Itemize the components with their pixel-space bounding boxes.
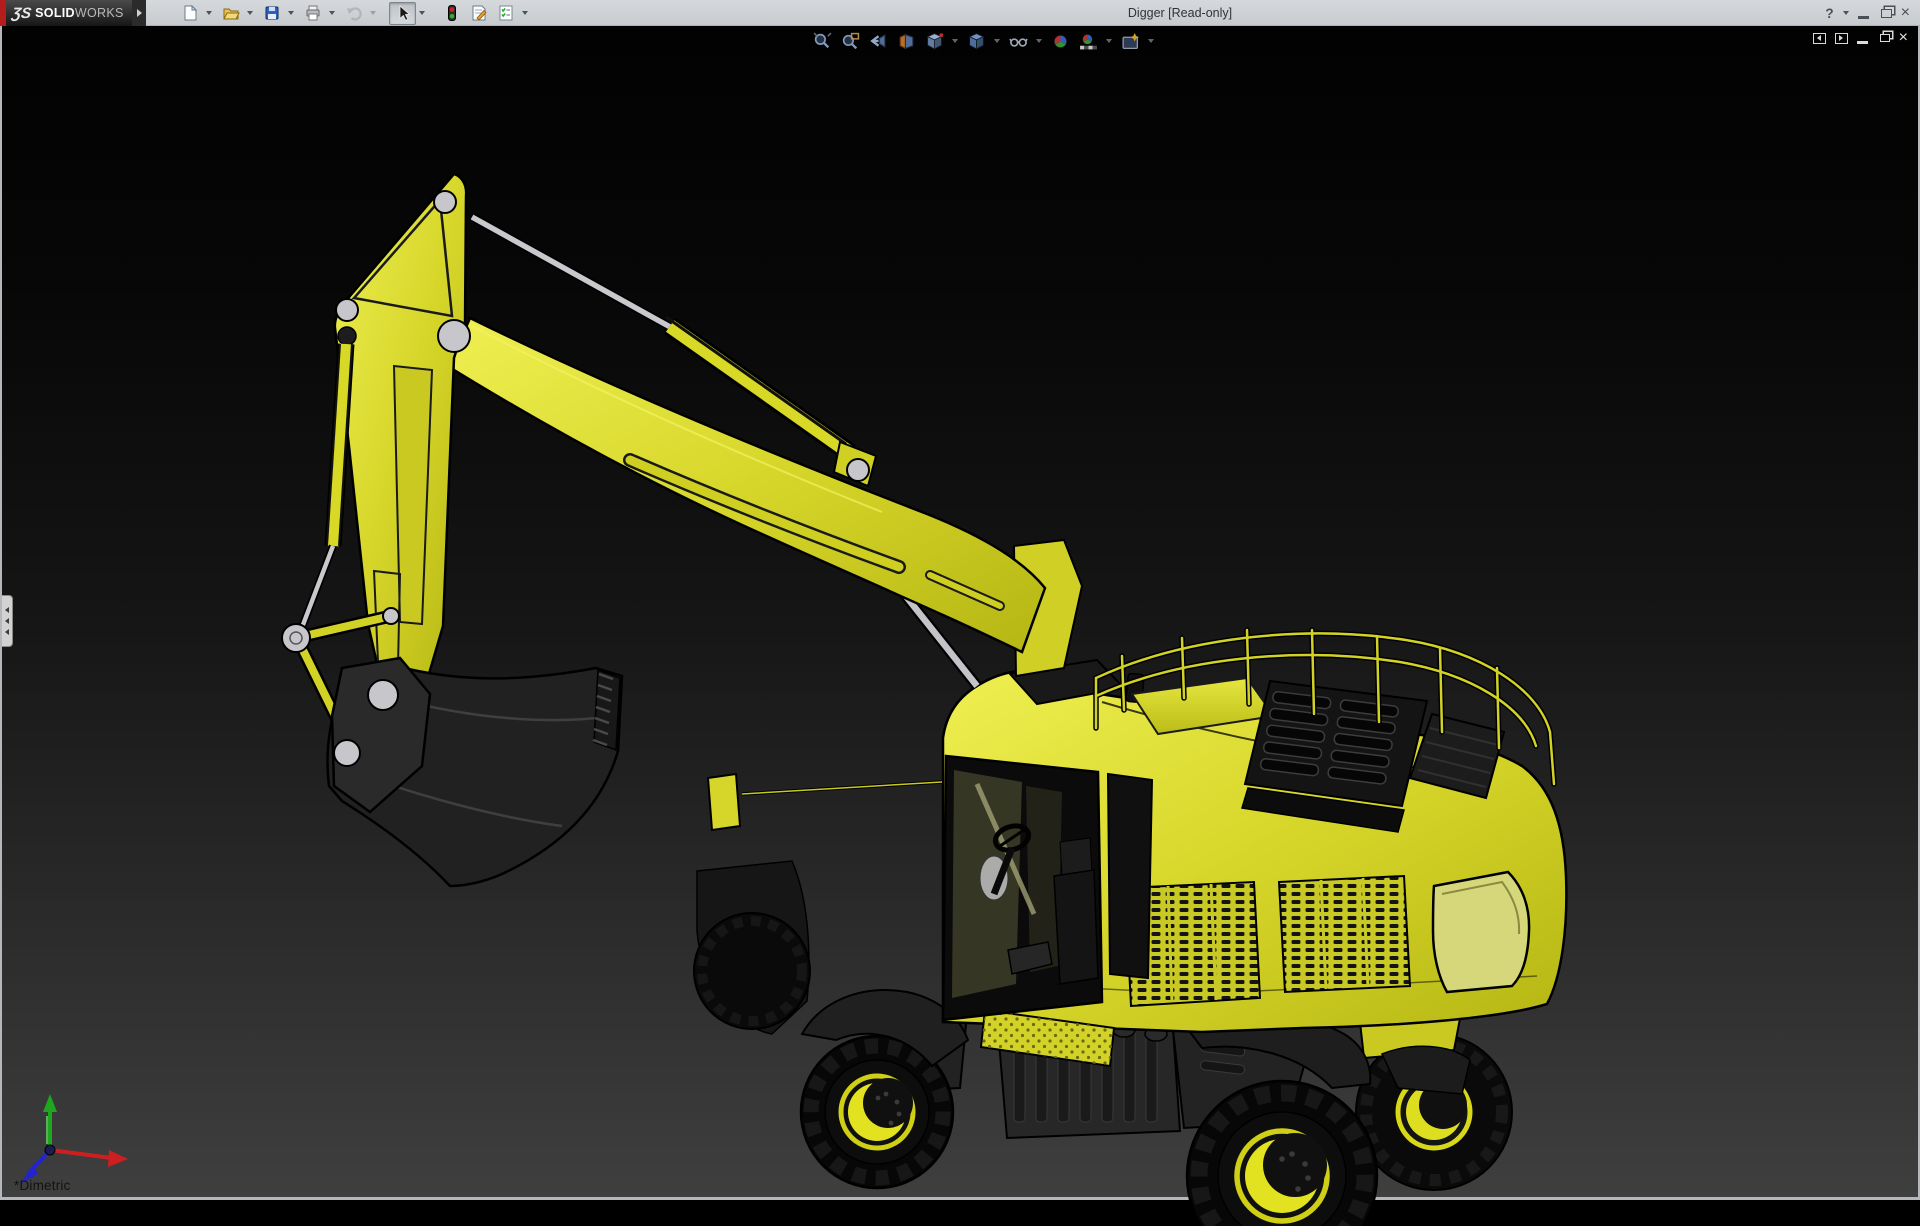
hud-section-view[interactable]: [894, 30, 918, 52]
hud-apply-scene-dropdown[interactable]: [1104, 30, 1114, 52]
document-minimize-button[interactable]: [1857, 32, 1868, 44]
heads-up-view-toolbar: [810, 29, 1156, 53]
hud-hide-show-items[interactable]: [1006, 30, 1030, 52]
digger-model[interactable]: [2, 26, 1920, 1226]
boom-assembly: [282, 174, 1045, 886]
solidworks-logo: ƷS SOLIDWORKS: [0, 0, 132, 26]
hud-previous-view[interactable]: [866, 30, 890, 52]
options-dropdown[interactable]: [519, 2, 530, 25]
pane-right-icon: [1839, 35, 1843, 41]
minimize-button[interactable]: [1858, 0, 1869, 26]
open-dropdown[interactable]: [244, 2, 255, 25]
minimize-icon: [1858, 16, 1869, 19]
chevron-left-icon: [5, 618, 9, 624]
print-button[interactable]: [299, 2, 326, 25]
file-properties-button[interactable]: [465, 2, 492, 25]
save-button[interactable]: [258, 2, 285, 25]
app-window-controls: ? ×: [1825, 0, 1910, 26]
display-style-cube-icon: [967, 32, 986, 51]
print-icon: [304, 4, 322, 22]
view-settings-icon: [1121, 32, 1140, 51]
chevron-left-icon: [5, 629, 9, 635]
chevron-right-icon: [137, 9, 142, 17]
eyeglasses-icon: [1009, 32, 1028, 51]
chevron-left-icon: [5, 607, 9, 613]
appearance-ball-icon: [1051, 32, 1070, 51]
undo-button[interactable]: [340, 2, 367, 25]
document-restore-button[interactable]: [1877, 34, 1890, 42]
select-cursor-icon: [394, 4, 412, 22]
help-button[interactable]: ?: [1825, 0, 1833, 26]
menu-expand-arrow[interactable]: [132, 0, 146, 26]
minimize-icon: [1857, 41, 1868, 44]
options-checklist-icon: [497, 4, 515, 22]
pane-left-icon: [1817, 35, 1821, 41]
title-bar: ƷS SOLIDWORKS: [0, 0, 1920, 26]
reference-triad: [14, 1092, 138, 1192]
hud-view-orientation[interactable]: [922, 30, 946, 52]
restore-icon: [1881, 9, 1892, 18]
quick-access-toolbar: [168, 1, 533, 25]
open-button[interactable]: [217, 2, 244, 25]
view-orientation-cube-icon: [925, 32, 944, 51]
bucket: [328, 658, 622, 886]
new-document-icon: [181, 4, 199, 22]
featuremanager-splitter-tab[interactable]: [2, 595, 13, 647]
close-button[interactable]: ×: [1901, 0, 1910, 26]
select-button[interactable]: [389, 2, 416, 25]
orientation-label: *Dimetric: [14, 1178, 71, 1193]
select-dropdown[interactable]: [416, 2, 427, 25]
undo-icon: [345, 4, 363, 22]
apply-scene-icon: [1079, 32, 1098, 51]
dock-pane-left-button[interactable]: [1813, 33, 1826, 44]
brand-name-bold: SOLID: [35, 6, 75, 20]
zoom-to-fit-icon: [813, 32, 832, 51]
open-folder-icon: [222, 4, 240, 22]
brand-mark: ƷS: [11, 5, 33, 22]
logo-red-strip: [0, 0, 6, 26]
brand-name-light: WORKS: [75, 6, 124, 20]
hud-apply-scene[interactable]: [1076, 30, 1100, 52]
traffic-light-icon: [443, 4, 461, 22]
hud-display-style[interactable]: [964, 30, 988, 52]
hud-zoom-to-area[interactable]: [838, 30, 862, 52]
options-button[interactable]: [492, 2, 519, 25]
hud-edit-appearance[interactable]: [1048, 30, 1072, 52]
rebuild-button[interactable]: [438, 2, 465, 25]
hud-view-settings[interactable]: [1118, 30, 1142, 52]
hud-display-style-dropdown[interactable]: [992, 30, 1002, 52]
previous-view-icon: [869, 32, 888, 51]
graphics-area[interactable]: × *Dimetric: [0, 26, 1920, 1200]
save-floppy-icon: [263, 4, 281, 22]
restore-button[interactable]: [1878, 0, 1892, 26]
section-view-icon: [897, 32, 916, 51]
save-dropdown[interactable]: [285, 2, 296, 25]
dock-pane-right-button[interactable]: [1835, 33, 1848, 44]
window-title: Digger [Read-only]: [1040, 0, 1320, 26]
hud-view-orientation-dropdown[interactable]: [950, 30, 960, 52]
hud-view-settings-dropdown[interactable]: [1146, 30, 1156, 52]
hud-zoom-to-fit[interactable]: [810, 30, 834, 52]
hud-hide-show-dropdown[interactable]: [1034, 30, 1044, 52]
document-window-controls: ×: [1813, 30, 1908, 46]
undo-dropdown[interactable]: [367, 2, 378, 25]
help-dropdown[interactable]: [1843, 11, 1849, 15]
new-button[interactable]: [176, 2, 203, 25]
restore-icon: [1880, 34, 1890, 42]
file-properties-icon: [470, 4, 488, 22]
mirror: [708, 774, 942, 830]
document-close-button[interactable]: ×: [1899, 30, 1908, 46]
far-front-wheel: [694, 861, 810, 1034]
print-dropdown[interactable]: [326, 2, 337, 25]
new-dropdown[interactable]: [203, 2, 214, 25]
zoom-to-area-icon: [841, 32, 860, 51]
